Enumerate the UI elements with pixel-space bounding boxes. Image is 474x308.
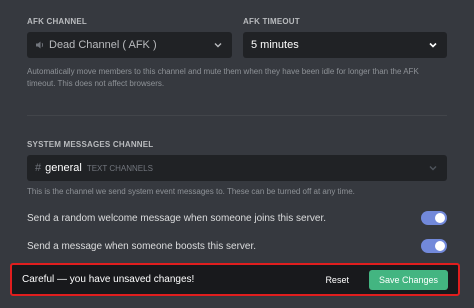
welcome-message-toggle[interactable] [421, 211, 447, 225]
section-divider [27, 115, 447, 116]
hashtag-icon: # [35, 162, 42, 174]
afk-hint-line-1: Automatically move members to this chann… [27, 67, 419, 76]
system-channel-select[interactable]: # general TEXT CHANNELS [27, 155, 447, 181]
save-changes-button[interactable]: Save Changes [368, 269, 448, 290]
boost-message-label: Send a message when someone boosts this … [27, 240, 257, 252]
unsaved-changes-bar: Careful — you have unsaved changes! Rese… [10, 263, 460, 296]
welcome-message-label: Send a random welcome message when someo… [27, 212, 327, 224]
afk-channel-label: AFK CHANNEL [27, 17, 87, 26]
chevron-down-icon [427, 162, 439, 174]
afk-hint-line-2: timeout. This does not affect browsers. [27, 79, 165, 88]
system-hint: This is the channel we send system event… [27, 187, 355, 196]
afk-timeout-value: 5 minutes [251, 39, 299, 51]
chevron-down-icon [427, 39, 439, 51]
chevron-down-icon [212, 39, 224, 51]
afk-timeout-select[interactable]: 5 minutes [243, 32, 447, 58]
toggle-knob [435, 241, 445, 251]
reset-button[interactable]: Reset [319, 271, 355, 289]
system-channel-category: TEXT CHANNELS [86, 163, 153, 173]
afk-timeout-label: AFK TIMEOUT [243, 17, 300, 26]
unsaved-changes-message: Careful — you have unsaved changes! [22, 274, 195, 285]
welcome-message-setting: Send a random welcome message when someo… [27, 208, 447, 228]
system-channel-value: general [45, 162, 82, 174]
speaker-icon [35, 40, 45, 50]
system-channel-label: SYSTEM MESSAGES CHANNEL [27, 140, 154, 149]
boost-message-setting: Send a message when someone boosts this … [27, 236, 447, 256]
toggle-knob [435, 213, 445, 223]
afk-channel-value: Dead Channel ( AFK ) [49, 39, 157, 51]
boost-message-toggle[interactable] [421, 239, 447, 253]
afk-channel-select[interactable]: Dead Channel ( AFK ) [27, 32, 232, 58]
afk-hint: Automatically move members to this chann… [27, 66, 457, 90]
